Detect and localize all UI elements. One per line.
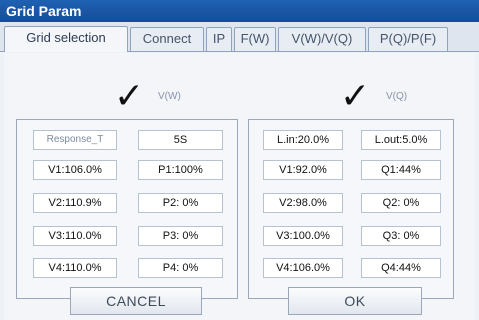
vw-p3-field[interactable]: P3: 0%	[138, 226, 223, 246]
l-in-field[interactable]: L.in:20.0%	[263, 130, 343, 150]
vq-q2-field[interactable]: Q2: 0%	[361, 193, 441, 213]
vq-group: L.in:20.0% L.out:5.0% V1:92.0% Q1:44% V2…	[248, 119, 454, 299]
tab-connect[interactable]: Connect	[130, 27, 204, 51]
vw-v2-field[interactable]: V2:110.9%	[33, 193, 117, 213]
content-panel: ✓ V(W) ✓ V(Q) Response_T 5S V1:106.0% P1…	[4, 53, 475, 320]
vw-v3-field[interactable]: V3:110.0%	[33, 226, 117, 246]
tab-f-w[interactable]: F(W)	[234, 27, 276, 51]
check-icon: ✓	[340, 76, 371, 117]
tab-ip[interactable]: IP	[206, 27, 232, 51]
vq-label: V(Q)	[386, 91, 408, 102]
vq-v2-field[interactable]: V2:98.0%	[263, 193, 343, 213]
vq-q3-field[interactable]: Q3: 0%	[361, 226, 441, 246]
vq-v3-field[interactable]: V3:100.0%	[263, 226, 343, 246]
l-out-field[interactable]: L.out:5.0%	[361, 130, 441, 150]
vw-v1-field[interactable]: V1:106.0%	[33, 160, 117, 180]
vw-enable-checkbox[interactable]: ✓ V(W)	[114, 77, 234, 119]
check-icon: ✓	[114, 76, 145, 117]
cancel-button[interactable]: CANCEL	[70, 287, 202, 315]
tab-p-q-p-f[interactable]: P(Q)/P(F)	[368, 27, 448, 51]
grid-param-window: Grid Param Grid selection Connect IP F(W…	[0, 0, 479, 320]
vq-v4-field[interactable]: V4:106.0%	[263, 258, 343, 278]
tab-grid-selection[interactable]: Grid selection	[4, 26, 128, 52]
tab-v-w-v-q[interactable]: V(W)/V(Q)	[278, 27, 366, 51]
vw-v4-field[interactable]: V4:110.0%	[33, 258, 117, 278]
vw-p4-field[interactable]: P4: 0%	[138, 258, 223, 278]
response-t-field[interactable]: 5S	[138, 130, 223, 150]
response-t-label: Response_T	[33, 130, 117, 150]
vq-q1-field[interactable]: Q1:44%	[361, 160, 441, 180]
vw-group: Response_T 5S V1:106.0% P1:100% V2:110.9…	[16, 119, 238, 299]
vw-p2-field[interactable]: P2: 0%	[138, 193, 223, 213]
vq-enable-checkbox[interactable]: ✓ V(Q)	[340, 77, 460, 119]
ok-button[interactable]: OK	[288, 287, 422, 315]
vw-label: V(W)	[158, 91, 181, 102]
vw-p1-field[interactable]: P1:100%	[138, 160, 223, 180]
window-title: Grid Param	[0, 0, 479, 22]
tab-bar: Grid selection Connect IP F(W) V(W)/V(Q)…	[0, 22, 479, 52]
vq-v1-field[interactable]: V1:92.0%	[263, 160, 343, 180]
vq-q4-field[interactable]: Q4:44%	[361, 258, 441, 278]
